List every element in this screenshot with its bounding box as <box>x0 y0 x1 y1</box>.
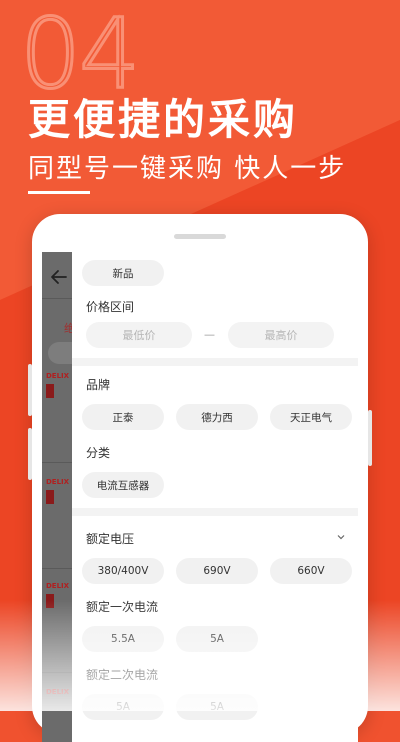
product-thumbnail <box>46 490 54 504</box>
chevron-down-icon[interactable] <box>336 532 346 542</box>
phone-side-button <box>28 428 32 480</box>
secondary-current-chip[interactable]: 5A <box>82 694 164 720</box>
secondary-current-title: 额定二次电流 <box>86 668 159 682</box>
brand-chip[interactable]: 德力西 <box>176 404 258 430</box>
primary-current-chip[interactable]: 5.5A <box>82 626 164 652</box>
price-range-title: 价格区间 <box>86 300 135 314</box>
subheadline-underline <box>28 191 90 194</box>
phone-screen: 绝 DELIX DELIX DELIX DELIX 新品 价格区间 最低价 — … <box>42 252 358 742</box>
phone-mockup: 绝 DELIX DELIX DELIX DELIX 新品 价格区间 最低价 — … <box>28 214 372 742</box>
brand-title: 品牌 <box>86 378 111 392</box>
phone-speaker <box>174 234 226 239</box>
min-price-input[interactable]: 最低价 <box>86 322 192 348</box>
primary-current-title: 额定一次电流 <box>86 600 159 614</box>
filter-panel: 新品 价格区间 最低价 — 最高价 品牌 正泰 德力西 天正电气 分类 电流互感… <box>72 252 358 742</box>
headline: 更便捷的采购 <box>28 95 299 144</box>
phone-side-button <box>28 364 32 416</box>
phone-side-button <box>368 410 372 466</box>
category-title: 分类 <box>86 446 111 460</box>
brand-category-section: 品牌 正泰 德力西 天正电气 分类 电流互感器 <box>72 366 358 508</box>
price-section: 新品 价格区间 最低价 — 最高价 <box>72 252 358 358</box>
brand-chip[interactable]: 天正电气 <box>270 404 352 430</box>
product-thumbnail <box>46 384 54 398</box>
voltage-chip[interactable]: 380/400V <box>82 558 164 584</box>
secondary-current-chip[interactable]: 5A <box>176 694 258 720</box>
voltage-chip[interactable]: 660V <box>270 558 352 584</box>
primary-current-chip[interactable]: 5A <box>176 626 258 652</box>
voltage-chip[interactable]: 690V <box>176 558 258 584</box>
category-chip[interactable]: 电流互感器 <box>82 472 164 498</box>
max-price-input[interactable]: 最高价 <box>228 322 334 348</box>
spec-section: 额定电压 380/400V 690V 660V 额定一次电流 5.5A 5A 额… <box>72 516 358 742</box>
product-thumbnail <box>46 594 54 608</box>
rated-voltage-title: 额定电压 <box>86 532 135 546</box>
arrow-left-icon[interactable] <box>48 266 70 288</box>
condition-chip-new[interactable]: 新品 <box>82 260 164 286</box>
subheadline: 同型号一键采购 快人一步 <box>28 154 347 184</box>
price-separator: — <box>204 328 215 341</box>
brand-chip[interactable]: 正泰 <box>82 404 164 430</box>
